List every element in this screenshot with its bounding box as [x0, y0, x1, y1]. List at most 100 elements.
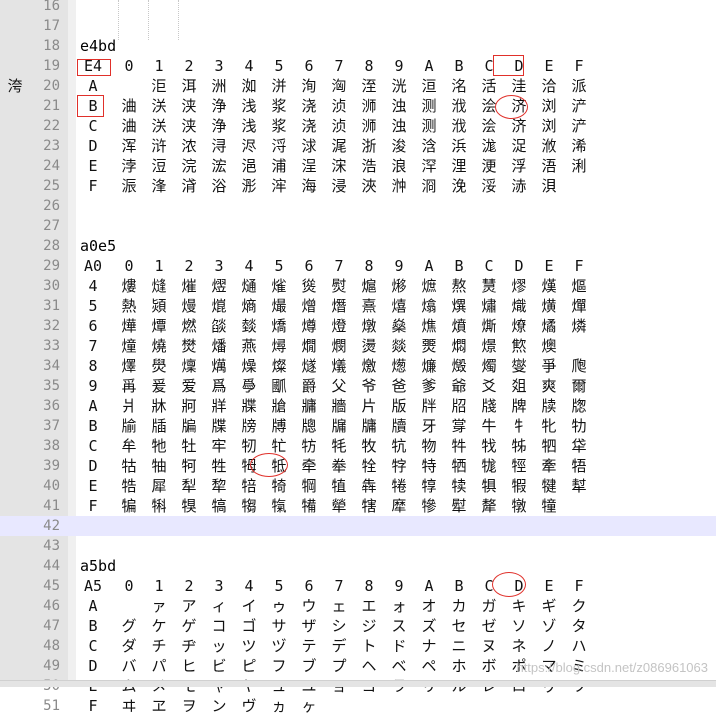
grid-cell: 浯	[541, 157, 557, 175]
line-number: 33	[43, 338, 60, 354]
editor-line-22[interactable]: 22 C 浀浂浃浄浅浆浇浈浉浊测浌浍济浏浐	[0, 116, 716, 136]
editor-line-21[interactable]: 21 B 浀浂浃浄浅浆浇浈浉浊测浌浍济浏浐	[0, 96, 716, 116]
grid-cell: 犑	[181, 497, 197, 515]
editor-line-48[interactable]: 48 C ダチヂッツヅテデトドナニヌネノハ	[0, 636, 716, 656]
editor-line-47[interactable]: 47 B グケゲコゴサザシジスズセゼソゾタ	[0, 616, 716, 636]
grid-cell	[324, 696, 354, 716]
grid-cell: ピ	[241, 657, 257, 675]
grid-cell: 熽	[481, 297, 497, 315]
grid-cell: 熩	[361, 277, 377, 295]
editor-line-29[interactable]: 29 A0 0 1 2 3 4 5 6 7 8 9 A B C D E F	[0, 256, 716, 276]
grid-cell: エ	[361, 597, 377, 615]
editor-line-37[interactable]: 37 B 牏牐牑牒牓牔牕牖牗牘牙牚牛牜牝牞	[0, 416, 716, 436]
grid-cell: 犈	[391, 477, 407, 495]
grid-cell: 浧	[301, 157, 317, 175]
editor-line-18[interactable]: 18 e4bd	[0, 36, 716, 56]
editor-line-34[interactable]: 34 8 燡燢燣燤燥燦燧燨燩燪燫燬燭燮爭爮	[0, 356, 716, 376]
grid-cell: ブ	[301, 657, 317, 675]
editor-line-30[interactable]: 30 4 熡熢熣熤熥熦熧熨熩熪熫熬熭熮熯熰	[0, 276, 716, 296]
grid-cell: 浟	[541, 137, 557, 155]
editor-line-20[interactable]: 20 A 洰洱洲洳洴洵洶洷洸洹洺活洼洽派洿	[0, 76, 716, 96]
grid-cell: F	[574, 577, 584, 595]
grid-cell: テ	[301, 637, 317, 655]
horizontal-scrollbar[interactable]	[0, 680, 716, 687]
grid-cell: 燣	[181, 357, 197, 375]
editor-line-28[interactable]: 28 a0e5	[0, 236, 716, 256]
editor-line-33[interactable]: 33 7 燑燒燓燔燕燖燗燘燙燚燛燜燝燞燠	[0, 336, 716, 356]
grid-cell: ヵ	[271, 697, 287, 715]
editor-line-41[interactable]: 41 F 犏犐犑犒犓犔犕犖犗犘犙犚犛犜犝	[0, 496, 716, 516]
editor-line-39[interactable]: 39 D 牯牰牱牲牳牴牵牶牷牸特牺牻牼牽牾	[0, 456, 716, 476]
line-number: 27	[43, 218, 60, 234]
row-header: A0	[83, 257, 103, 275]
grid-cell: 7	[334, 577, 344, 595]
grid-cell: 牃	[241, 397, 257, 415]
grid-cell: 5	[274, 57, 284, 75]
grid-cell: D	[514, 257, 524, 275]
editor-line-24[interactable]: 24 E 浡浢浣浤浥浦浧浨浩浪浫浬浭浮浯浰	[0, 156, 716, 176]
grid-cell: 特	[421, 457, 437, 475]
editor-line-46[interactable]: 46 A ァアィイゥウェエォオカガキギク	[0, 596, 716, 616]
editor-line-35[interactable]: 35 9 爯爰爱爲爳爴爵父爷爸爹爺爻爼爽爾	[0, 376, 716, 396]
grid-cell: 爱	[181, 377, 197, 395]
editor-line-38[interactable]: 38 C 牟牠牡牢牣牤牥牦牧牨物牪牫牬牭牮	[0, 436, 716, 456]
editor-line-16[interactable]: 16	[0, 0, 716, 16]
grid-cell: 熺	[391, 297, 407, 315]
grid-cell: 浝	[481, 137, 497, 155]
grid-cell: ヰ	[121, 697, 137, 715]
grid-cell: セ	[451, 617, 467, 635]
editor-line-42[interactable]: 42	[0, 516, 716, 536]
grid-cell: 熿	[541, 297, 557, 315]
grid-cell: ォ	[391, 597, 407, 615]
editor-line-36[interactable]: 36 A 爿牀牁牂牃牄牅牆片版牉牊牋牌牍牎	[0, 396, 716, 416]
grid-cell: 燡	[121, 357, 137, 375]
editor-line-45[interactable]: 45 A5 0 1 2 3 4 5 6 7 8 9 A B C D E F	[0, 576, 716, 596]
editor-line-44[interactable]: 44 a5bd	[0, 556, 716, 576]
grid-cell: 浚	[391, 137, 407, 155]
grid-cell: 犋	[481, 477, 497, 495]
text-editor[interactable]: 16 17 18 e4bd 19 E4 0 1 2 3 4 5 6 7 8 9 A B C D E F 20 A 洰洱洲洳洴洵洶…	[0, 0, 716, 715]
grid-cell: 浽	[481, 177, 497, 195]
grid-cell: 爲	[211, 377, 227, 395]
grid-cell: 犓	[241, 497, 257, 515]
grid-cell: ス	[391, 617, 407, 635]
grid-cell: 熥	[241, 277, 257, 295]
grid-cell: 燛	[421, 337, 437, 355]
grid-cell: 洳	[241, 77, 257, 95]
grid-cell: 洿	[7, 77, 23, 95]
grid-cell: 熮	[511, 277, 527, 295]
editor-line-43[interactable]: 43	[0, 536, 716, 556]
editor-line-40[interactable]: 40 E 牿犀犁犂犃犄犅犆犇犈犉犊犋犌犍犎	[0, 476, 716, 496]
grid-cell: 燆	[271, 317, 287, 335]
grid-cell: 牸	[391, 457, 407, 475]
editor-line-17[interactable]: 17	[0, 16, 716, 36]
grid-cell: 牏	[121, 417, 137, 435]
grid-cell: 燁	[121, 317, 137, 335]
grid-cell: 牵	[301, 457, 317, 475]
grid-cell: 爼	[511, 377, 527, 395]
grid-cell: 牛	[481, 417, 497, 435]
editor-line-25[interactable]: 25 F 浱浲浳浴浵浶海浸浹浺浻浼浽浾浿	[0, 176, 716, 196]
grid-cell: 版	[391, 397, 407, 415]
grid-cell: 牟	[121, 437, 137, 455]
grid-cell: 燅	[241, 317, 257, 335]
grid-cell: 牝	[541, 417, 557, 435]
grid-cell: ッ	[211, 637, 227, 655]
editor-line-23[interactable]: 23 D 浑浒浓浔浕浖浗浘浙浚浛浜浝浞浟浠	[0, 136, 716, 156]
grid-cell: 燔	[211, 337, 227, 355]
grid-cell: 犀	[151, 477, 167, 495]
editor-line-31[interactable]: 31 5 熱熲熳熴熵熶熷熸熹熺熻熼熽熾熿燀	[0, 296, 716, 316]
grid-cell: 4	[244, 57, 254, 75]
grid-cell: B	[454, 57, 464, 75]
grid-cell: 浊	[391, 117, 407, 135]
grid-cell: 燇	[301, 317, 317, 335]
editor-line-26[interactable]: 26	[0, 196, 716, 216]
grid-cell: 1	[154, 257, 164, 275]
editor-line-32[interactable]: 32 6 燁燂燃燄燅燆燇燈燉燊燋燌燍燎燏燐	[0, 316, 716, 336]
grid-cell: 熻	[421, 297, 437, 315]
line-text: e4bd	[80, 37, 117, 55]
editor-line-27[interactable]: 27	[0, 216, 716, 236]
editor-line-51[interactable]: 51 F ヰヱヲンヴヵヶ	[0, 696, 716, 716]
grid-cell: 2	[184, 577, 194, 595]
grid-cell: 牚	[451, 417, 467, 435]
